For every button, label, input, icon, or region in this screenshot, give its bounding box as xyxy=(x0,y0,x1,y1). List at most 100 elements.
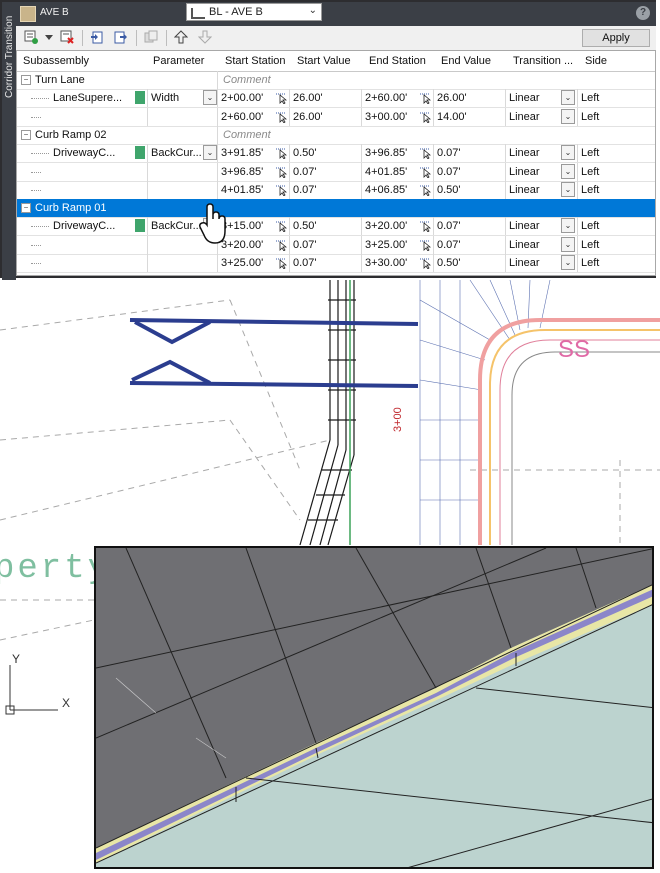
pick-point-icon[interactable] xyxy=(275,256,287,269)
add-transition-icon[interactable] xyxy=(24,30,38,44)
start-value-field[interactable]: 0.07' xyxy=(293,166,317,178)
end-value-field[interactable]: 0.50' xyxy=(437,184,461,196)
chevron-down-icon[interactable]: ⌄ xyxy=(561,255,575,270)
parameter-select[interactable]: BackCur... xyxy=(151,147,202,159)
column-header-subassembly[interactable]: Subassembly xyxy=(23,55,89,67)
side-field[interactable]: Left xyxy=(581,239,599,251)
side-field[interactable]: Left xyxy=(581,166,599,178)
end-station-field[interactable]: 3+00.00' xyxy=(365,111,407,123)
transition-select[interactable]: Linear xyxy=(509,257,540,269)
table-row[interactable]: 3+25.00' 0.07' 3+30.00' 0.50' Linear ⌄ Left xyxy=(17,254,655,273)
comment-field[interactable]: Comment xyxy=(223,74,271,86)
collapse-icon[interactable]: − xyxy=(21,203,31,214)
pick-point-icon[interactable] xyxy=(275,110,287,123)
chevron-down-icon[interactable]: ⌄ xyxy=(203,145,217,161)
group-row[interactable]: − Turn Lane Comment xyxy=(17,71,655,90)
start-station-field[interactable]: 3+25.00' xyxy=(221,257,263,269)
pick-point-icon[interactable] xyxy=(275,183,287,196)
table-row[interactable]: 2+60.00' 26.00' 3+00.00' 14.00' Linear ⌄ Left xyxy=(17,107,655,127)
help-icon[interactable]: ? xyxy=(636,6,650,20)
start-value-field[interactable]: 26.00' xyxy=(293,92,323,104)
pick-point-icon[interactable] xyxy=(419,91,431,105)
apply-button[interactable]: Apply xyxy=(582,29,650,47)
export-icon[interactable] xyxy=(114,30,128,44)
import-icon[interactable] xyxy=(90,30,104,44)
move-down-icon[interactable] xyxy=(197,30,213,44)
chevron-down-icon[interactable]: ⌄ xyxy=(561,236,575,252)
side-field[interactable]: Left xyxy=(581,111,599,123)
start-value-field[interactable]: 0.07' xyxy=(293,257,317,269)
pick-point-icon[interactable] xyxy=(275,238,287,251)
end-station-field[interactable]: 3+25.00' xyxy=(365,239,407,251)
palette-side-tab[interactable]: Corridor Transition xyxy=(2,2,16,280)
end-value-field[interactable]: 0.50' xyxy=(437,257,461,269)
start-station-field[interactable]: 2+00.00' xyxy=(221,92,263,104)
pick-point-icon[interactable] xyxy=(419,146,431,160)
column-header-side[interactable]: Side xyxy=(585,55,607,67)
start-value-field[interactable]: 26.00' xyxy=(293,111,323,123)
pick-point-icon[interactable] xyxy=(419,165,431,178)
group-row[interactable]: − Curb Ramp 02 Comment xyxy=(17,125,655,145)
comment-field[interactable]: Comment xyxy=(223,129,271,141)
table-row[interactable]: DrivewayC... BackCur... ⌄ 3+91.85' 0.50' 3+96… xyxy=(17,144,655,164)
end-value-field[interactable]: 14.00' xyxy=(437,111,467,123)
start-station-field[interactable]: 3+91.85' xyxy=(221,147,263,159)
table-row[interactable]: DrivewayC...BackCur...⌄3+15.00'0.50'3+20… xyxy=(17,217,655,237)
table-row[interactable]: 3+96.85' 0.07' 4+01.85' 0.07' Linear ⌄ Left xyxy=(17,162,655,182)
start-value-field[interactable]: 0.50' xyxy=(293,147,317,159)
corridor-transition-palette[interactable]: Corridor Transition AVE B BL - AVE B ⌄ ? xyxy=(0,0,656,280)
transition-select[interactable]: Linear xyxy=(509,220,540,232)
side-field[interactable]: Left xyxy=(581,184,599,196)
transition-grid[interactable]: Subassembly Parameter Start Station Star… xyxy=(16,50,656,276)
side-field[interactable]: Left xyxy=(581,147,599,159)
collapse-icon[interactable]: − xyxy=(21,75,31,85)
chevron-down-icon[interactable]: ⌄ xyxy=(561,145,575,161)
start-value-field[interactable]: 0.07' xyxy=(293,184,317,196)
pick-point-icon[interactable] xyxy=(419,256,431,269)
copy-icon[interactable] xyxy=(144,30,158,44)
transition-select[interactable]: Linear xyxy=(509,111,540,123)
end-value-field[interactable]: 0.07' xyxy=(437,147,461,159)
collapse-icon[interactable]: − xyxy=(21,129,31,140)
end-station-field[interactable]: 4+01.85' xyxy=(365,166,407,178)
move-up-icon[interactable] xyxy=(173,30,189,44)
parameter-select[interactable]: Width xyxy=(151,92,179,104)
pick-point-icon[interactable] xyxy=(275,91,287,105)
chevron-down-icon[interactable]: ⌄ xyxy=(561,218,575,234)
pick-point-icon[interactable] xyxy=(419,183,431,196)
chevron-down-icon[interactable]: ⌄ xyxy=(203,90,217,106)
end-station-field[interactable]: 3+20.00' xyxy=(365,220,407,232)
pick-point-icon[interactable] xyxy=(419,110,431,123)
end-station-field[interactable]: 2+60.00' xyxy=(365,92,407,104)
pick-point-icon[interactable] xyxy=(275,165,287,178)
transition-select[interactable]: Linear xyxy=(509,184,540,196)
transition-select[interactable]: Linear xyxy=(509,147,540,159)
side-field[interactable]: Left xyxy=(581,92,599,104)
table-row[interactable]: LaneSupere... Width ⌄ 2+00.00' 26.00' 2+60.00… xyxy=(17,89,655,109)
column-header-start-value[interactable]: Start Value xyxy=(297,55,351,67)
start-station-field[interactable]: 4+01.85' xyxy=(221,184,263,196)
chevron-down-icon[interactable]: ⌄ xyxy=(561,108,575,124)
side-field[interactable]: Left xyxy=(581,220,599,232)
chevron-down-icon[interactable]: ⌄ xyxy=(561,90,575,106)
start-station-field[interactable]: 3+96.85' xyxy=(221,166,263,178)
parameter-select[interactable]: BackCur... xyxy=(151,220,202,232)
transition-select[interactable]: Linear xyxy=(509,166,540,178)
pick-point-icon[interactable] xyxy=(275,146,287,160)
table-row[interactable]: 4+01.85' 0.07' 4+06.85' 0.50' Linear ⌄ Left xyxy=(17,180,655,200)
palette-titlebar[interactable]: AVE B BL - AVE B ⌄ ? xyxy=(16,2,656,26)
end-value-field[interactable]: 0.07' xyxy=(437,239,461,251)
end-value-field[interactable]: 26.00' xyxy=(437,92,467,104)
end-value-field[interactable]: 0.07' xyxy=(437,166,461,178)
dropdown-arrow-icon[interactable] xyxy=(42,30,53,44)
end-station-field[interactable]: 4+06.85' xyxy=(365,184,407,196)
chevron-down-icon[interactable]: ⌄ xyxy=(561,163,575,179)
end-station-field[interactable]: 3+96.85' xyxy=(365,147,407,159)
column-header-end-value[interactable]: End Value xyxy=(441,55,491,67)
side-field[interactable]: Left xyxy=(581,257,599,269)
column-header-transition[interactable]: Transition ... xyxy=(513,55,573,67)
table-row[interactable]: 3+20.00' 0.07' 3+25.00' 0.07' Linear ⌄ Left xyxy=(17,235,655,255)
group-row[interactable]: − Curb Ramp 01 xyxy=(17,199,655,219)
start-value-field[interactable]: 0.07' xyxy=(293,239,317,251)
pick-point-icon[interactable] xyxy=(275,219,287,233)
